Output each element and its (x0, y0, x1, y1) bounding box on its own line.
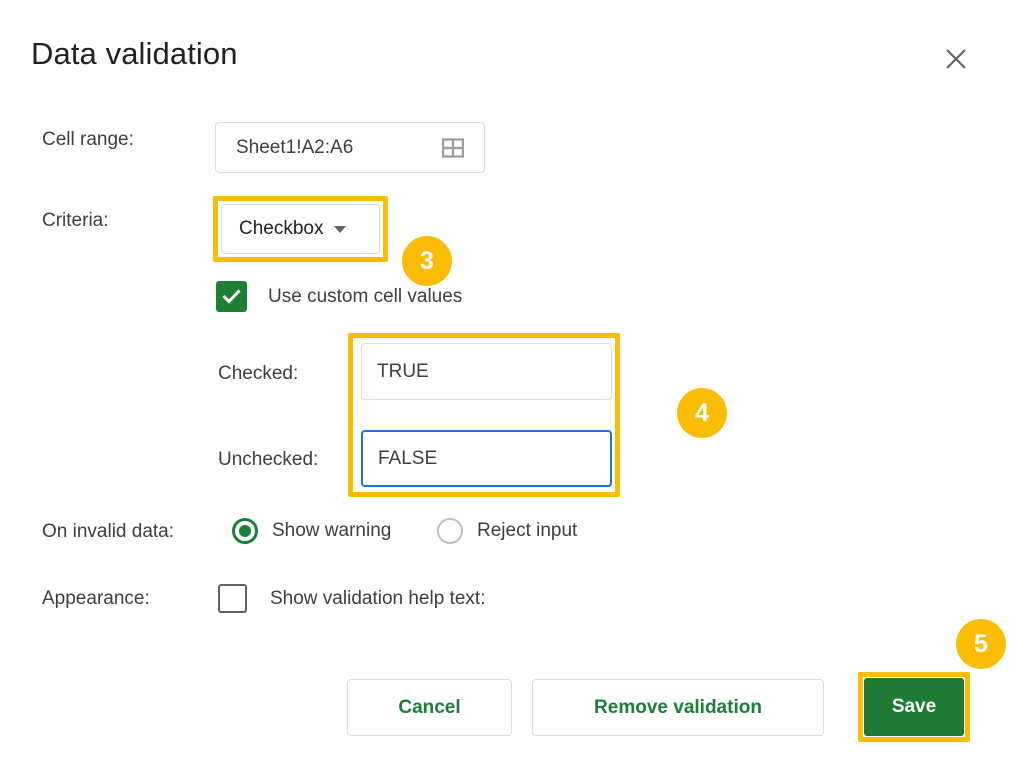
grid-picker-icon[interactable] (441, 137, 465, 159)
data-validation-dialog: Data validation Cell range: Sheet1!A2:A6… (0, 0, 1024, 772)
save-button[interactable]: Save (864, 678, 964, 736)
criteria-label: Criteria: (42, 210, 109, 231)
show-validation-help-text-checkbox[interactable] (218, 584, 247, 613)
checked-label: Checked: (218, 363, 299, 384)
radio-reject-input-label[interactable]: Reject input (477, 520, 577, 542)
cell-range-value: Sheet1!A2:A6 (236, 136, 354, 158)
close-icon[interactable] (936, 39, 976, 79)
chevron-down-icon (333, 225, 346, 233)
criteria-selected-value: Checkbox (239, 218, 324, 239)
on-invalid-data-label: On invalid data: (42, 521, 175, 542)
radio-reject-input[interactable] (437, 518, 463, 544)
step-badge-4: 4 (677, 388, 727, 438)
unchecked-value-input[interactable]: FALSE (361, 430, 612, 487)
use-custom-cell-values-checkbox[interactable] (216, 281, 247, 312)
radio-show-warning[interactable] (232, 518, 258, 544)
checkmark-icon (222, 289, 241, 304)
show-validation-help-text-label[interactable]: Show validation help text: (270, 588, 485, 610)
cell-range-input[interactable]: Sheet1!A2:A6 (215, 122, 485, 173)
step-badge-5: 5 (956, 619, 1006, 669)
use-custom-cell-values-label[interactable]: Use custom cell values (268, 286, 462, 308)
unchecked-value-text: FALSE (378, 447, 438, 469)
criteria-dropdown[interactable]: Checkbox (221, 204, 380, 254)
cell-range-label: Cell range: (42, 129, 134, 150)
page-title: Data validation (31, 36, 238, 71)
remove-validation-button[interactable]: Remove validation (532, 679, 824, 736)
radio-show-warning-label[interactable]: Show warning (272, 520, 391, 542)
checked-value-input[interactable]: TRUE (361, 343, 612, 400)
step-badge-3: 3 (402, 236, 452, 286)
unchecked-label: Unchecked: (218, 449, 319, 470)
cancel-button[interactable]: Cancel (347, 679, 512, 736)
appearance-label: Appearance: (42, 588, 150, 609)
checked-value-text: TRUE (377, 360, 429, 382)
